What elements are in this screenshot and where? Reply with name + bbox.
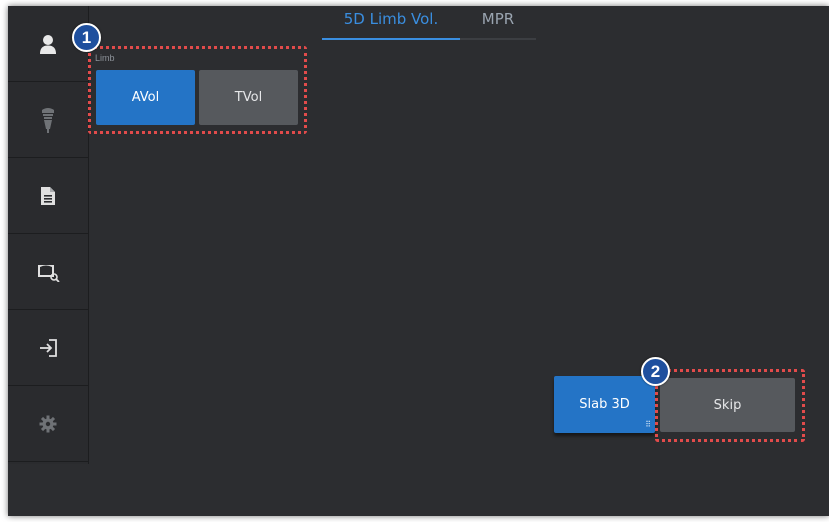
callout-badge-1: 1	[72, 23, 101, 52]
settings-icon	[39, 415, 57, 432]
ultrasound-screen: 5D Limb Vol. MPR Limb AVol TVol Slab 3D …	[8, 6, 829, 516]
sidebar-item-report[interactable]	[8, 158, 88, 234]
exit-icon	[40, 338, 57, 357]
probe-icon	[42, 107, 54, 133]
sidebar-item-image-review[interactable]	[8, 234, 88, 310]
sidebar-item-probe[interactable]	[8, 82, 88, 158]
tab-mpr[interactable]: MPR	[460, 10, 536, 38]
image-review-icon	[38, 264, 60, 282]
sidebar-item-settings[interactable]	[8, 386, 88, 462]
tab-label: MPR	[481, 10, 515, 28]
tab-divider	[460, 38, 536, 40]
callout-box-2	[655, 369, 805, 442]
patient-icon	[40, 34, 56, 54]
grip-icon: ⠿	[645, 420, 651, 429]
sidebar-item-exit[interactable]	[8, 310, 88, 386]
tab-active-indicator	[322, 38, 460, 40]
slab-3d-button[interactable]: Slab 3D ⠿	[554, 376, 655, 433]
sidebar	[8, 6, 89, 464]
tab-label: 5D Limb Vol.	[343, 10, 439, 28]
callout-box-1	[88, 46, 307, 134]
report-icon	[41, 186, 55, 205]
tab-5d-limb-vol[interactable]: 5D Limb Vol.	[322, 10, 460, 38]
callout-badge-2: 2	[641, 357, 670, 386]
